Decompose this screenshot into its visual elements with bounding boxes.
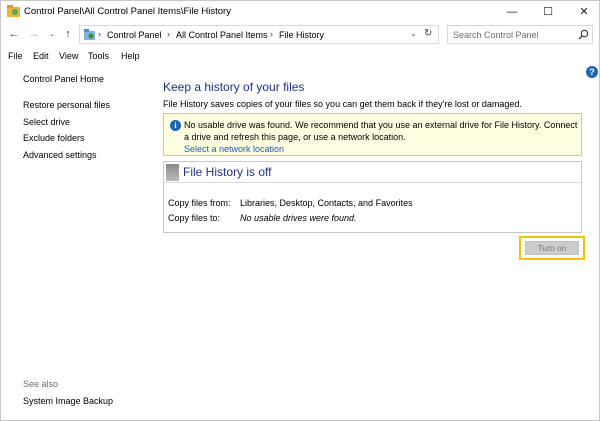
menu-help[interactable]: Help [121, 51, 140, 61]
menu-file[interactable]: File [8, 51, 23, 61]
advanced-settings-link[interactable]: Advanced settings [23, 150, 97, 160]
copy-to-label: Copy files to: [168, 213, 221, 223]
select-drive-link[interactable]: Select drive [23, 117, 70, 127]
address-dropdown-icon[interactable]: ⌄ [410, 29, 417, 38]
close-button[interactable]: ✕ [567, 1, 600, 22]
up-button[interactable]: ↑ [61, 27, 75, 41]
window-title: Control Panel\All Control Panel Items\Fi… [24, 6, 231, 17]
menu-edit[interactable]: Edit [33, 51, 49, 61]
file-history-window: Control Panel\All Control Panel Items\Fi… [0, 0, 600, 421]
address-bar[interactable]: › Control Panel › All Control Panel Item… [79, 25, 439, 44]
turn-on-button[interactable]: Turn on [525, 241, 579, 255]
copy-to-value: No usable drives were found. [240, 213, 357, 223]
forward-button[interactable]: → [27, 27, 41, 41]
menu-tools[interactable]: Tools [88, 51, 109, 61]
exclude-folders-link[interactable]: Exclude folders [23, 133, 85, 143]
refresh-icon[interactable]: ↻ [424, 28, 432, 39]
restore-personal-files-link[interactable]: Restore personal files [23, 100, 110, 110]
copy-from-label: Copy files from: [168, 198, 231, 208]
search-box[interactable] [447, 25, 593, 44]
system-image-backup-link[interactable]: System Image Backup [23, 396, 113, 406]
info-icon: i [170, 120, 181, 131]
copy-from-value: Libraries, Desktop, Contacts, and Favori… [240, 198, 413, 208]
breadcrumb-all-items[interactable]: All Control Panel Items [176, 30, 268, 40]
status-title: File History is off [183, 165, 272, 179]
breadcrumb-separator: › [167, 29, 170, 39]
menu-view[interactable]: View [59, 51, 78, 61]
search-input[interactable] [453, 29, 573, 41]
page-title: Keep a history of your files [163, 80, 305, 94]
select-network-location-link[interactable]: Select a network location [184, 144, 284, 154]
title-bar: Control Panel\All Control Panel Items\Fi… [1, 1, 599, 22]
status-bar-icon [166, 164, 179, 181]
breadcrumb-separator: › [270, 29, 273, 39]
status-panel: File History is off Copy files from: Lib… [163, 161, 582, 233]
minimize-button[interactable]: — [495, 1, 529, 22]
navigation-bar: ← → ⌄ ↑ › Control Panel › All Control Pa… [1, 23, 599, 47]
file-history-icon [7, 5, 20, 17]
warning-banner: i No usable drive was found. We recommen… [163, 113, 582, 156]
recent-locations-button[interactable]: ⌄ [45, 27, 59, 41]
back-button[interactable]: ← [7, 27, 21, 41]
warning-text: No usable drive was found. We recommend … [184, 120, 578, 142]
breadcrumb-file-history[interactable]: File History [279, 30, 324, 40]
status-header: File History is off [164, 162, 581, 183]
see-also-label: See also [23, 379, 59, 389]
maximize-button[interactable]: ☐ [531, 1, 565, 22]
menu-bar: File Edit View Tools Help [1, 48, 599, 65]
search-icon[interactable] [578, 29, 589, 40]
control-panel-icon [84, 29, 95, 40]
control-panel-home-link[interactable]: Control Panel Home [23, 74, 104, 84]
breadcrumb-control-panel[interactable]: Control Panel [107, 30, 162, 40]
turn-on-highlight: Turn on [519, 236, 585, 260]
page-description: File History saves copies of your files … [163, 99, 522, 109]
breadcrumb-separator: › [98, 29, 101, 39]
help-icon[interactable]: ? [586, 66, 598, 78]
